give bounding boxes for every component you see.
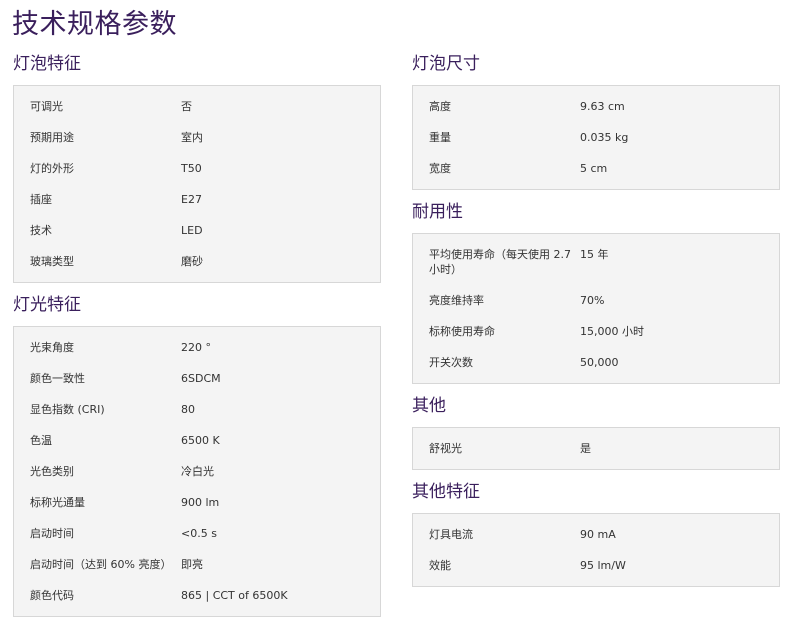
section-light-features: 灯光特征 光束角度 220 ° 颜色一致性 6SDCM 显色指数 (CRI) 80 色… <box>13 293 381 617</box>
spec-row: 亮度维持率 70% <box>413 285 779 316</box>
spec-label: 插座 <box>30 193 52 206</box>
spec-label: 色温 <box>30 434 52 447</box>
spec-label: 可调光 <box>30 100 63 113</box>
spec-value: 220 ° <box>181 341 211 354</box>
spec-label: 启动时间 <box>30 527 74 540</box>
section-title: 其他 <box>412 396 446 416</box>
spec-value: 865 | CCT of 6500K <box>181 589 288 602</box>
spec-value: 6500 K <box>181 434 220 447</box>
spec-row: 颜色代码 865 | CCT of 6500K <box>14 580 380 611</box>
spec-label: 颜色一致性 <box>30 372 85 385</box>
section-durability: 耐用性 平均使用寿命（每天使用 2.7 小时） 15 年 亮度维持率 70% 标称使… <box>412 200 780 384</box>
spec-label: 启动时间（达到 60% 亮度） <box>30 558 172 571</box>
spec-label: 平均使用寿命（每天使用 2.7 小时） <box>429 248 571 276</box>
spec-row: 平均使用寿命（每天使用 2.7 小时） 15 年 <box>413 239 779 285</box>
spec-table: 舒视光 是 <box>412 427 780 470</box>
section-other: 其他 舒视光 是 <box>412 394 780 470</box>
section-bulb-features: 灯泡特征 可调光 否 预期用途 室内 灯的外形 T50 插座 E27 技术 LED 玻璃类… <box>13 52 381 283</box>
spec-value: 9.63 cm <box>580 100 625 113</box>
spec-value: 即亮 <box>181 558 203 571</box>
spec-value: 15 年 <box>580 248 609 261</box>
spec-row: 色温 6500 K <box>14 425 380 456</box>
spec-value: 0.035 kg <box>580 131 629 144</box>
spec-label: 重量 <box>429 131 451 144</box>
spec-value: 50,000 <box>580 356 619 369</box>
spec-row: 灯具电流 90 mA <box>413 519 779 550</box>
spec-value: 80 <box>181 403 195 416</box>
spec-label: 舒视光 <box>429 442 462 455</box>
spec-row: 标称使用寿命 15,000 小时 <box>413 316 779 347</box>
spec-value: 是 <box>580 442 591 455</box>
spec-row: 重量 0.035 kg <box>413 122 779 153</box>
spec-label: 预期用途 <box>30 131 74 144</box>
spec-label: 灯的外形 <box>30 162 74 175</box>
spec-value: 5 cm <box>580 162 608 175</box>
spec-value: 6SDCM <box>181 372 221 385</box>
spec-row: 显色指数 (CRI) 80 <box>14 394 380 425</box>
spec-label: 技术 <box>30 224 52 237</box>
section-other-features: 其他特征 灯具电流 90 mA 效能 95 lm/W <box>412 480 780 587</box>
spec-row: 插座 E27 <box>14 184 380 215</box>
spec-row: 效能 95 lm/W <box>413 550 779 581</box>
spec-row: 高度 9.63 cm <box>413 91 779 122</box>
spec-value: T50 <box>181 162 202 175</box>
spec-value: LED <box>181 224 203 237</box>
section-bulb-dimensions: 灯泡尺寸 高度 9.63 cm 重量 0.035 kg 宽度 5 cm <box>412 52 780 190</box>
section-title: 灯光特征 <box>13 295 81 315</box>
section-title: 灯泡特征 <box>13 54 81 74</box>
spec-row: 技术 LED <box>14 215 380 246</box>
right-column: 灯泡尺寸 高度 9.63 cm 重量 0.035 kg 宽度 5 cm 耐用性 平均使… <box>412 52 780 597</box>
spec-row: 标称光通量 900 lm <box>14 487 380 518</box>
spec-label: 亮度维持率 <box>429 294 484 307</box>
spec-label: 标称使用寿命 <box>429 325 495 338</box>
spec-value: E27 <box>181 193 202 206</box>
spec-value: 95 lm/W <box>580 559 626 572</box>
spec-value: 室内 <box>181 131 203 144</box>
spec-row: 宽度 5 cm <box>413 153 779 184</box>
section-title: 灯泡尺寸 <box>412 54 480 74</box>
spec-label: 光束角度 <box>30 341 74 354</box>
spec-row: 灯的外形 T50 <box>14 153 380 184</box>
section-title: 其他特征 <box>412 482 480 502</box>
spec-label: 标称光通量 <box>30 496 85 509</box>
spec-row: 颜色一致性 6SDCM <box>14 363 380 394</box>
spec-value: 冷白光 <box>181 465 214 478</box>
spec-value: 90 mA <box>580 528 616 541</box>
spec-label: 效能 <box>429 559 451 572</box>
spec-label: 显色指数 (CRI) <box>30 403 105 416</box>
spec-label: 光色类别 <box>30 465 74 478</box>
spec-table: 灯具电流 90 mA 效能 95 lm/W <box>412 513 780 587</box>
spec-label: 玻璃类型 <box>30 255 74 268</box>
spec-value: 否 <box>181 100 192 113</box>
spec-table: 可调光 否 预期用途 室内 灯的外形 T50 插座 E27 技术 LED 玻璃类型 磨砂 <box>13 85 381 283</box>
spec-label: 灯具电流 <box>429 528 473 541</box>
spec-label: 宽度 <box>429 162 451 175</box>
left-column: 灯泡特征 可调光 否 预期用途 室内 灯的外形 T50 插座 E27 技术 LED 玻璃类… <box>13 52 381 627</box>
spec-row: 启动时间 <0.5 s <box>14 518 380 549</box>
spec-row: 光色类别 冷白光 <box>14 456 380 487</box>
spec-value: 磨砂 <box>181 255 203 268</box>
spec-value: 900 lm <box>181 496 220 509</box>
spec-row: 可调光 否 <box>14 91 380 122</box>
spec-row: 启动时间（达到 60% 亮度） 即亮 <box>14 549 380 580</box>
spec-row: 光束角度 220 ° <box>14 332 380 363</box>
spec-row: 开关次数 50,000 <box>413 347 779 378</box>
spec-value: <0.5 s <box>181 527 217 540</box>
spec-label: 高度 <box>429 100 451 113</box>
spec-table: 平均使用寿命（每天使用 2.7 小时） 15 年 亮度维持率 70% 标称使用寿命 1… <box>412 233 780 384</box>
section-title: 耐用性 <box>412 202 463 222</box>
spec-value: 70% <box>580 294 605 307</box>
spec-value: 15,000 小时 <box>580 325 644 338</box>
spec-table: 光束角度 220 ° 颜色一致性 6SDCM 显色指数 (CRI) 80 色温 6500… <box>13 326 381 617</box>
spec-label: 开关次数 <box>429 356 473 369</box>
spec-label: 颜色代码 <box>30 589 74 602</box>
spec-table: 高度 9.63 cm 重量 0.035 kg 宽度 5 cm <box>412 85 780 190</box>
spec-row: 预期用途 室内 <box>14 122 380 153</box>
spec-row: 玻璃类型 磨砂 <box>14 246 380 277</box>
page-title: 技术规格参数 <box>12 9 177 40</box>
spec-row: 舒视光 是 <box>413 433 779 464</box>
